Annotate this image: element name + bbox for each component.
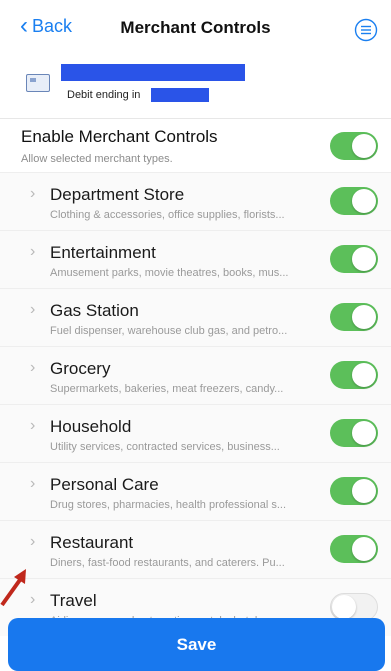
category-row[interactable]: › Restaurant Diners, fast-food restaurants… xyxy=(0,520,391,578)
category-name: Department Store xyxy=(50,185,185,204)
category-name: Travel xyxy=(50,591,97,610)
category-row[interactable]: › Gas Station Fuel dispenser, warehouse cl… xyxy=(0,288,391,346)
category-description: Supermarkets, bakeries, meat freezers, c… xyxy=(50,383,284,395)
category-toggle-switch[interactable] xyxy=(330,419,378,447)
category-toggle-switch[interactable] xyxy=(330,187,378,215)
category-row[interactable]: › Entertainment Amusement parks, movie the… xyxy=(0,230,391,288)
chevron-right-icon[interactable]: › xyxy=(30,359,35,377)
card-info: Debit ending in xyxy=(0,58,391,118)
category-description: Utility services, contracted services, b… xyxy=(50,441,280,453)
redacted-card-name xyxy=(61,64,245,81)
master-toggle-row: Enable Merchant Controls Allow selected … xyxy=(0,118,391,173)
chevron-right-icon[interactable]: › xyxy=(30,417,35,435)
category-toggle-switch[interactable] xyxy=(330,303,378,331)
category-description: Clothing & accessories, office supplies,… xyxy=(50,209,285,221)
category-row[interactable]: › Grocery Supermarkets, bakeries, meat fre… xyxy=(0,346,391,404)
page-title: Merchant Controls xyxy=(120,18,271,37)
category-toggle-switch[interactable] xyxy=(330,593,378,621)
category-name: Personal Care xyxy=(50,475,159,494)
master-toggle-switch[interactable] xyxy=(330,132,378,160)
chevron-right-icon[interactable]: › xyxy=(30,591,35,609)
category-description: Diners, fast-food restaurants, and cater… xyxy=(50,557,285,569)
chevron-right-icon[interactable]: › xyxy=(30,533,35,551)
category-name: Gas Station xyxy=(50,301,139,320)
category-toggle-switch[interactable] xyxy=(330,361,378,389)
redacted-card-digits xyxy=(151,88,209,102)
chevron-right-icon[interactable]: › xyxy=(30,243,35,261)
master-toggle-label: Enable Merchant Controls xyxy=(21,127,218,146)
chevron-right-icon[interactable]: › xyxy=(30,301,35,319)
category-name: Restaurant xyxy=(50,533,134,552)
category-name: Household xyxy=(50,417,132,436)
category-toggle-switch[interactable] xyxy=(330,477,378,505)
chevron-right-icon[interactable]: › xyxy=(30,475,35,493)
menu-icon[interactable] xyxy=(354,18,378,42)
chevron-right-icon[interactable]: › xyxy=(30,185,35,203)
category-description: Amusement parks, movie theatres, books, … xyxy=(50,267,289,279)
category-row[interactable]: › Personal Care Drug stores, pharmacies, h… xyxy=(0,462,391,520)
card-label: Debit ending in xyxy=(67,89,141,101)
category-toggle-switch[interactable] xyxy=(330,535,378,563)
nav-bar: ‹ Back Merchant Controls xyxy=(0,0,391,58)
category-description: Fuel dispenser, warehouse club gas, and … xyxy=(50,325,288,337)
category-row[interactable]: › Department Store Clothing & accessories,… xyxy=(0,172,391,230)
merchant-category-list: › Department Store Clothing & accessories,… xyxy=(0,172,391,636)
category-toggle-switch[interactable] xyxy=(330,245,378,273)
category-name: Entertainment xyxy=(50,243,156,262)
annotation-arrow-icon xyxy=(0,569,26,607)
save-button[interactable]: Save xyxy=(8,618,385,671)
category-name: Grocery xyxy=(50,359,111,378)
card-icon xyxy=(26,74,50,92)
category-row[interactable]: › Household Utility services, contracted s… xyxy=(0,404,391,462)
master-toggle-description: Allow selected merchant types. xyxy=(21,153,173,165)
category-description: Drug stores, pharmacies, health professi… xyxy=(50,499,287,511)
